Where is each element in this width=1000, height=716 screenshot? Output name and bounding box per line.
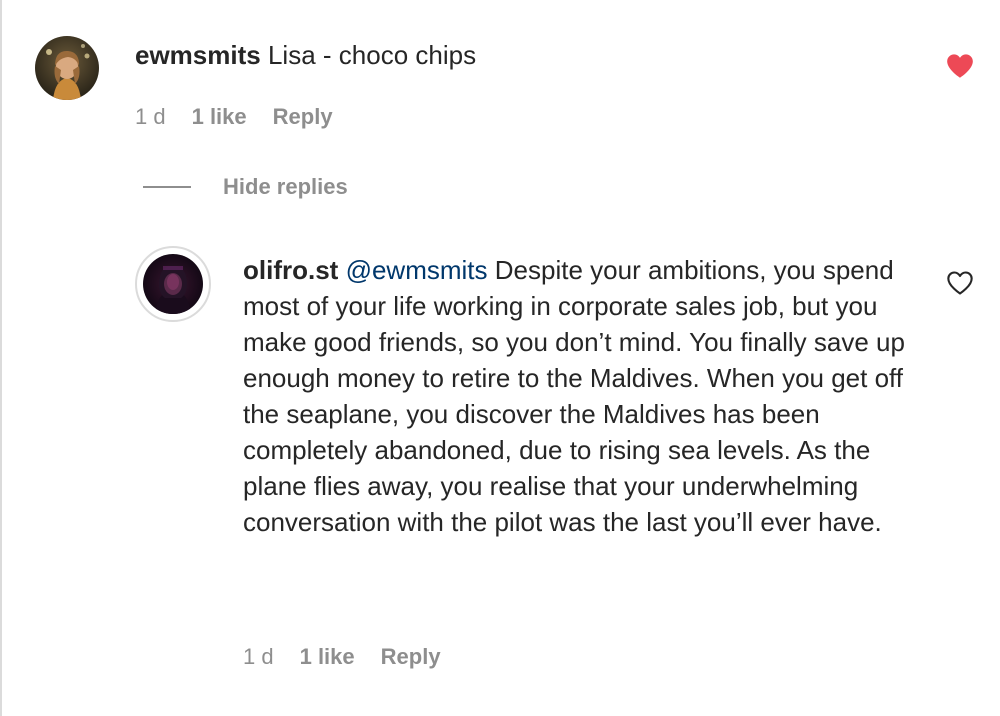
avatar[interactable] xyxy=(35,36,99,100)
mention-link[interactable]: @ewmsmits xyxy=(346,255,488,285)
comment-body: olifro.st @ewmsmits Despite your ambitio… xyxy=(243,252,913,540)
replies-divider-line xyxy=(143,186,191,188)
comment-body: ewmsmits Lisa - choco chips xyxy=(135,38,895,72)
like-count[interactable]: 1 like xyxy=(192,104,247,130)
avatar-photo xyxy=(143,254,203,314)
comment-username[interactable]: olifro.st xyxy=(243,255,338,285)
comment-username[interactable]: ewmsmits xyxy=(135,40,261,70)
comment-meta: 1 d 1 like Reply xyxy=(243,644,467,670)
comment-text: Despite your ambitions, you spend most o… xyxy=(243,255,905,537)
comment-timestamp[interactable]: 1 d xyxy=(243,644,274,670)
comment-meta: 1 d 1 like Reply xyxy=(135,104,359,130)
avatar[interactable] xyxy=(143,254,203,314)
avatar-photo xyxy=(35,36,99,100)
comment-text: Lisa - choco chips xyxy=(267,40,477,70)
comment-timestamp[interactable]: 1 d xyxy=(135,104,166,130)
panel-border xyxy=(0,0,2,716)
heart-filled-icon[interactable] xyxy=(946,53,974,79)
reply-button[interactable]: Reply xyxy=(381,644,441,670)
hide-replies-button[interactable]: Hide replies xyxy=(143,174,348,200)
like-count[interactable]: 1 like xyxy=(300,644,355,670)
heart-outline-icon[interactable] xyxy=(946,270,974,296)
reply-button[interactable]: Reply xyxy=(273,104,333,130)
hide-replies-label: Hide replies xyxy=(223,174,348,199)
